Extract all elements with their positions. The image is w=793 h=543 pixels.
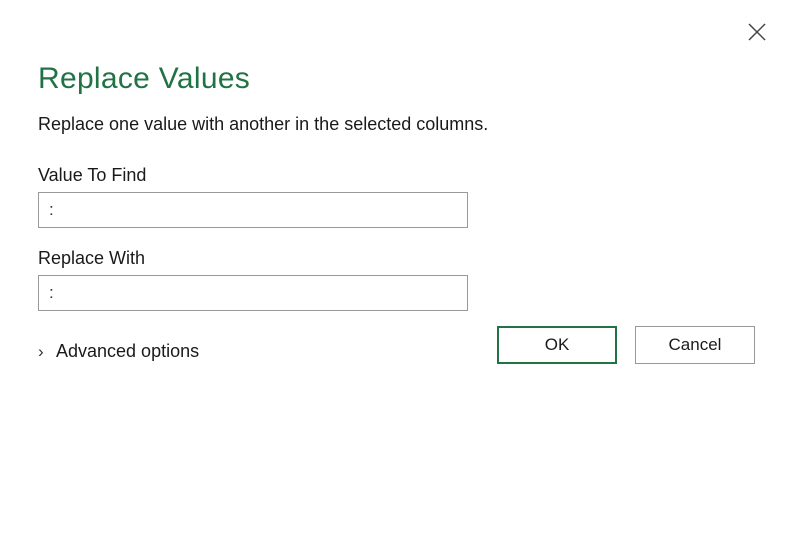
value-to-find-label: Value To Find: [38, 165, 755, 186]
chevron-right-icon: ›: [38, 342, 50, 362]
cancel-button[interactable]: Cancel: [635, 326, 755, 364]
dialog-subtitle: Replace one value with another in the se…: [38, 114, 755, 135]
advanced-options-label: Advanced options: [56, 341, 199, 362]
replace-with-label: Replace With: [38, 248, 755, 269]
dialog-buttons: OK Cancel: [497, 326, 755, 364]
value-to-find-group: Value To Find: [38, 165, 755, 228]
replace-with-group: Replace With: [38, 248, 755, 311]
replace-values-dialog: Replace Values Replace one value with an…: [0, 0, 793, 392]
dialog-title: Replace Values: [38, 62, 755, 96]
ok-button[interactable]: OK: [497, 326, 617, 364]
close-button[interactable]: [745, 20, 769, 44]
replace-with-input[interactable]: [38, 275, 468, 311]
close-icon: [747, 22, 767, 42]
value-to-find-input[interactable]: [38, 192, 468, 228]
